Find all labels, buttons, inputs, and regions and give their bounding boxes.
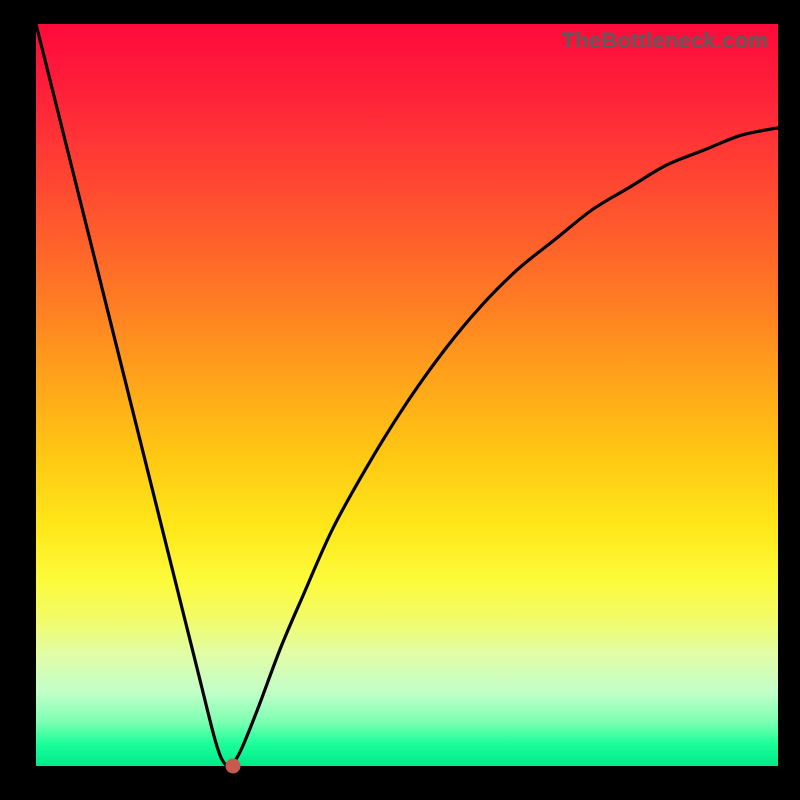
chart-plot-area: TheBottleneck.com bbox=[36, 24, 778, 766]
watermark-text: TheBottleneck.com bbox=[562, 28, 768, 54]
bottleneck-curve bbox=[36, 24, 778, 766]
curve-minimum-marker bbox=[225, 759, 240, 774]
chart-frame: TheBottleneck.com bbox=[0, 0, 800, 800]
